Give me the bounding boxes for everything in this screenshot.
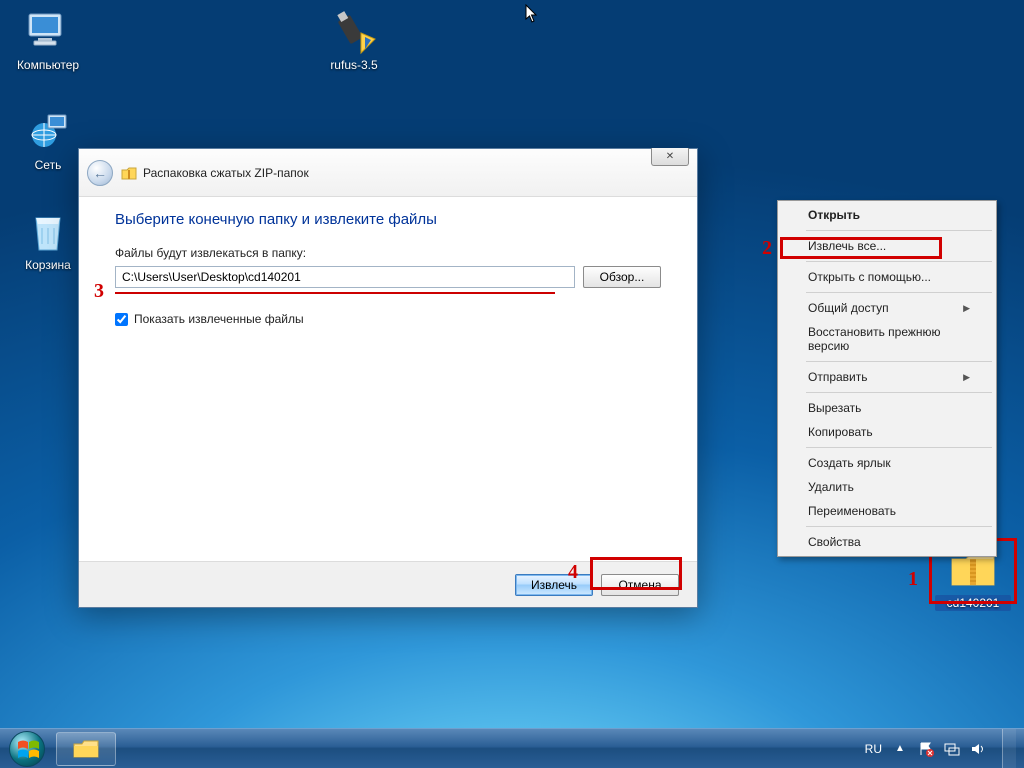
show-desktop-button[interactable] xyxy=(1002,729,1016,768)
annotation-number-4b: 4 xyxy=(568,562,578,582)
submenu-arrow-icon: ▶ xyxy=(963,372,970,383)
show-files-checkbox[interactable] xyxy=(115,313,128,326)
recycle-bin-icon xyxy=(24,208,72,256)
ctx-extract-all[interactable]: Извлечь все... xyxy=(780,234,994,258)
ctx-separator xyxy=(806,230,992,231)
ctx-separator xyxy=(806,526,992,527)
network-icon xyxy=(24,108,72,156)
ctx-delete[interactable]: Удалить xyxy=(780,475,994,499)
ctx-send-to[interactable]: Отправить▶ xyxy=(780,365,994,389)
ctx-restore[interactable]: Восстановить прежнюю версию xyxy=(780,320,994,358)
ctx-separator xyxy=(806,361,992,362)
network-tray-icon[interactable] xyxy=(944,741,960,757)
desktop-icon-computer[interactable]: Компьютер xyxy=(10,8,86,72)
annotation-number-2: 2 xyxy=(762,238,772,258)
volume-tray-icon[interactable] xyxy=(970,741,986,757)
mouse-cursor-icon xyxy=(525,4,539,24)
ctx-share[interactable]: Общий доступ▶ xyxy=(780,296,994,320)
ctx-cut[interactable]: Вырезать xyxy=(780,396,994,420)
destination-label: Файлы будут извлекаться в папку: xyxy=(115,246,661,260)
desktop-icon-label: Сеть xyxy=(10,158,86,172)
desktop-icon-recycle[interactable]: Корзина xyxy=(10,208,86,272)
annotation-number-1: 1 xyxy=(908,569,918,589)
computer-icon xyxy=(24,8,72,56)
ctx-separator xyxy=(806,392,992,393)
ctx-properties[interactable]: Свойства xyxy=(780,530,994,554)
wizard-footer: Извлечь Отмена xyxy=(79,561,697,607)
extract-button[interactable]: Извлечь xyxy=(515,574,593,596)
extract-wizard-window: ← Распаковка сжатых ZIP-папок ✕ Выберите… xyxy=(78,148,698,608)
start-button[interactable] xyxy=(0,729,54,768)
ctx-separator xyxy=(806,447,992,448)
show-files-checkbox-row[interactable]: Показать извлеченные файлы xyxy=(115,312,661,326)
action-center-flag-icon[interactable] xyxy=(918,741,934,757)
back-button[interactable]: ← xyxy=(87,160,113,186)
context-menu: Открыть Извлечь все... Открыть с помощью… xyxy=(777,200,997,557)
submenu-arrow-icon: ▶ xyxy=(963,303,970,314)
wizard-title: Распаковка сжатых ZIP-папок xyxy=(121,165,309,181)
ctx-copy[interactable]: Копировать xyxy=(780,420,994,444)
ctx-rename[interactable]: Переименовать xyxy=(780,499,994,523)
desktop-icon-network[interactable]: Сеть xyxy=(10,108,86,172)
wizard-titlebar[interactable]: ← Распаковка сжатых ZIP-папок ✕ xyxy=(79,149,697,197)
folder-icon xyxy=(72,738,100,760)
annotation-number-3: 3 xyxy=(94,281,104,301)
desktop-icon-label: rufus-3.5 xyxy=(316,58,392,72)
wizard-heading: Выберите конечную папку и извлеките файл… xyxy=(115,211,661,228)
windows-logo-icon xyxy=(9,731,45,767)
browse-button[interactable]: Обзор... xyxy=(583,266,661,288)
usb-drive-icon xyxy=(330,8,378,56)
close-button[interactable]: ✕ xyxy=(651,148,689,166)
wizard-title-text: Распаковка сжатых ZIP-папок xyxy=(143,166,309,180)
taskbar: RU ▲ xyxy=(0,728,1024,768)
close-icon: ✕ xyxy=(666,151,674,162)
language-indicator[interactable]: RU xyxy=(865,742,882,756)
ctx-open[interactable]: Открыть xyxy=(780,203,994,227)
show-files-label: Показать извлеченные файлы xyxy=(134,312,304,326)
desktop-icon-label: Корзина xyxy=(10,258,86,272)
system-tray: RU ▲ xyxy=(857,729,1024,768)
ctx-separator xyxy=(806,261,992,262)
desktop-icon-label: cd140201 xyxy=(935,595,1011,611)
wizard-body: Выберите конечную папку и извлеките файл… xyxy=(79,197,697,607)
zip-folder-small-icon xyxy=(121,165,137,181)
ctx-separator xyxy=(806,292,992,293)
taskbar-explorer-button[interactable] xyxy=(56,732,116,766)
ctx-create-shortcut[interactable]: Создать ярлык xyxy=(780,451,994,475)
back-arrow-icon: ← xyxy=(93,165,107,181)
desktop-icon-rufus[interactable]: rufus-3.5 xyxy=(316,8,392,72)
ctx-open-with[interactable]: Открыть с помощью... xyxy=(780,265,994,289)
desktop-icon-label: Компьютер xyxy=(10,58,86,72)
cancel-button[interactable]: Отмена xyxy=(601,574,679,596)
annotation-underline xyxy=(115,292,555,294)
tray-show-hidden-icon[interactable]: ▲ xyxy=(892,741,908,757)
destination-path-input[interactable] xyxy=(115,266,575,288)
